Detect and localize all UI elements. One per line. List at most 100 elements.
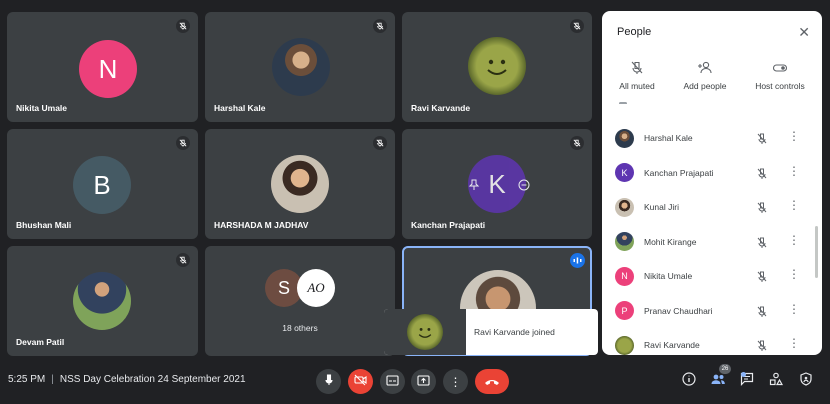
person-name: Kunal Jiri — [644, 202, 679, 213]
mic-off-icon — [756, 132, 768, 150]
mic-off-icon — [570, 136, 584, 150]
add-person-icon — [697, 61, 713, 75]
person-name: Ravi Karvande — [644, 340, 700, 351]
mic-off-icon — [176, 253, 190, 267]
avatar — [615, 128, 634, 148]
host-controls-bar-button[interactable] — [797, 371, 815, 391]
host-controls-button[interactable]: Host controls — [745, 61, 815, 91]
join-toast: Ravi Karvande joined — [384, 309, 598, 355]
close-icon[interactable]: ✕ — [798, 24, 810, 41]
shield-icon — [799, 371, 813, 391]
toast-thumbnail — [384, 309, 466, 355]
mic-off-icon — [756, 236, 768, 254]
more-options-icon[interactable]: ⋮ — [788, 234, 800, 246]
more-options-icon[interactable]: ⋮ — [788, 268, 800, 280]
more-options-icon[interactable]: ⋮ — [788, 337, 800, 349]
people-list: Harshal Kale ⋮ K Kanchan Prajapati ⋮ Kun… — [602, 121, 822, 355]
participant-name: Ravi Karvande — [411, 103, 471, 113]
tile-ravi[interactable]: Ravi Karvande — [402, 12, 592, 122]
smiley-avatar — [468, 37, 526, 95]
list-item[interactable]: N Nikita Umale ⋮ — [602, 259, 822, 294]
captions-button[interactable] — [380, 369, 405, 394]
avatar — [271, 155, 329, 213]
others-count: 18 others — [282, 323, 318, 333]
people-button[interactable] — [709, 372, 727, 390]
partial-row-edge — [619, 102, 627, 105]
bottom-bar: 5:25 PM | NSS Day Celebration 24 September… — [0, 360, 830, 404]
participant-name: Devam Patil — [16, 337, 65, 347]
list-item[interactable]: Ravi Karvande ⋮ — [602, 328, 822, 355]
participant-name: Harshal Kale — [214, 103, 266, 113]
tile-devam[interactable]: Devam Patil — [7, 246, 198, 356]
leave-call-button[interactable] — [475, 369, 509, 394]
person-name: Pranav Chaudhari — [644, 305, 713, 316]
avatar — [73, 272, 131, 330]
avatar: P — [615, 301, 634, 321]
avatar — [272, 38, 330, 96]
avatar: N — [615, 266, 634, 286]
add-people-button[interactable]: Add people — [670, 61, 740, 91]
participants-count-badge: 26 — [719, 364, 731, 374]
more-options-icon[interactable]: ⋮ — [788, 130, 800, 142]
people-icon — [710, 372, 726, 391]
clock-time: 5:25 PM — [8, 374, 46, 385]
avatar: N — [79, 40, 137, 98]
present-button[interactable] — [411, 369, 436, 394]
more-options-icon[interactable]: ⋮ — [788, 303, 800, 315]
tile-bhushan[interactable]: B Bhushan Mali — [7, 129, 198, 239]
more-vertical-icon: ⋮ — [449, 374, 462, 389]
meet-window: N Nikita Umale Harshal Kale Ravi Karvand… — [0, 0, 830, 404]
present-screen-icon — [417, 373, 430, 391]
camera-off-button[interactable] — [348, 369, 373, 394]
microphone-button[interactable] — [316, 369, 341, 394]
panel-scrollbar[interactable] — [815, 226, 818, 278]
list-item[interactable]: K Kanchan Prajapati ⋮ — [602, 156, 822, 191]
more-options-icon[interactable]: ⋮ — [788, 199, 800, 211]
person-name: Kanchan Prajapati — [644, 167, 714, 178]
smiley-avatar — [407, 314, 443, 350]
mic-off-icon — [756, 305, 768, 323]
info-icon — [682, 371, 696, 391]
mic-off-icon — [756, 167, 768, 185]
mic-off-icon — [756, 201, 768, 219]
person-name: Nikita Umale — [644, 271, 693, 282]
tile-nikita[interactable]: N Nikita Umale — [7, 12, 198, 122]
chat-unread-dot — [741, 372, 746, 377]
tile-kanchan[interactable]: K Kanchan Prajapati — [402, 129, 592, 239]
meeting-details-button[interactable] — [680, 371, 698, 391]
mic-off-icon — [373, 136, 387, 150]
mic-off-icon — [629, 61, 645, 75]
mic-off-icon — [756, 339, 768, 355]
pin-icon[interactable] — [468, 178, 480, 190]
list-item[interactable]: P Pranav Chaudhari ⋮ — [602, 294, 822, 329]
speaking-icon — [570, 253, 585, 268]
mic-off-icon — [176, 136, 190, 150]
participant-name: Bhushan Mali — [16, 220, 72, 230]
remove-icon[interactable] — [518, 178, 530, 191]
microphone-icon — [323, 373, 335, 391]
avatar — [615, 335, 634, 355]
list-item[interactable]: Harshal Kale ⋮ — [602, 121, 822, 156]
person-name: Mohit Kirange — [644, 236, 697, 247]
camera-off-icon — [354, 373, 367, 391]
toggle-icon — [772, 61, 788, 75]
avatar — [615, 197, 634, 217]
tile-harshal[interactable]: Harshal Kale — [205, 12, 395, 122]
all-muted-button[interactable]: All muted — [602, 61, 672, 91]
add-people-label: Add people — [683, 81, 727, 91]
mic-off-icon — [756, 270, 768, 288]
person-name: Harshal Kale — [644, 133, 693, 144]
activities-button[interactable] — [767, 372, 785, 390]
avatar — [615, 232, 634, 252]
list-item[interactable]: Kunal Jiri ⋮ — [602, 190, 822, 225]
tile-others[interactable]: S AO 18 others — [205, 246, 395, 356]
list-item[interactable]: Mohit Kirange ⋮ — [602, 225, 822, 260]
captions-icon — [386, 373, 399, 391]
panel-title: People — [617, 26, 652, 38]
participant-name: Kanchan Prajapati — [411, 220, 486, 230]
tile-harshada[interactable]: HARSHADA M JADHAV — [205, 129, 395, 239]
more-options-button[interactable]: ⋮ — [443, 369, 468, 394]
mic-off-icon — [176, 19, 190, 33]
meeting-title: NSS Day Celebration 24 September 2021 — [59, 374, 246, 385]
more-options-icon[interactable]: ⋮ — [788, 165, 800, 177]
